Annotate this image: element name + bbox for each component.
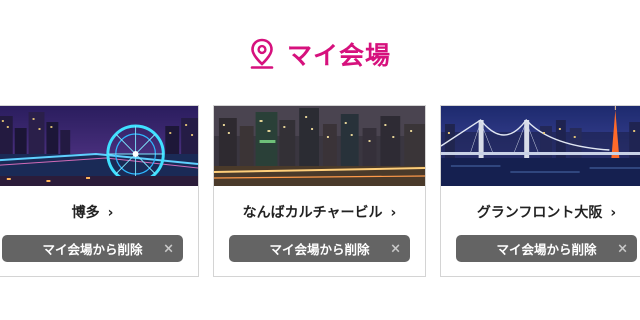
venue-image	[214, 106, 425, 186]
venue-name: なんばカルチャービル	[242, 205, 383, 221]
map-pin-icon	[250, 38, 274, 69]
venue-card-hakata: 博多 › マイ会場から削除 ×	[0, 105, 199, 277]
close-icon: ×	[390, 241, 401, 256]
venue-card-grand-front-osaka: グランフロント大阪 › マイ会場から削除 ×	[440, 105, 640, 277]
remove-venue-button[interactable]: マイ会場から削除 ×	[456, 235, 637, 262]
venue-card-namba: なんばカルチャービル › マイ会場から削除 ×	[213, 105, 426, 277]
venue-link-namba-culture-building[interactable]: なんばカルチャービル ›	[214, 202, 425, 222]
close-icon: ×	[163, 241, 174, 256]
chevron-right-icon: ›	[610, 205, 617, 221]
remove-venue-button[interactable]: マイ会場から削除 ×	[229, 235, 410, 262]
close-icon: ×	[617, 241, 628, 256]
venue-link-grand-front-osaka[interactable]: グランフロント大阪 ›	[441, 202, 640, 222]
page-header: マイ会場	[0, 36, 640, 72]
chevron-right-icon: ›	[390, 205, 397, 221]
venue-link-hakata[interactable]: 博多 ›	[0, 202, 198, 222]
venue-image	[441, 106, 640, 186]
chevron-right-icon: ›	[107, 205, 114, 221]
page-title: マイ会場	[286, 41, 391, 70]
venue-image	[0, 106, 198, 186]
venue-name: グランフロント大阪	[476, 205, 603, 221]
venue-name: 博多	[71, 205, 100, 221]
remove-button-label: マイ会場から削除	[269, 242, 370, 257]
remove-button-label: マイ会場から削除	[42, 242, 143, 257]
remove-venue-button[interactable]: マイ会場から削除 ×	[2, 235, 183, 262]
remove-button-label: マイ会場から削除	[496, 242, 597, 257]
